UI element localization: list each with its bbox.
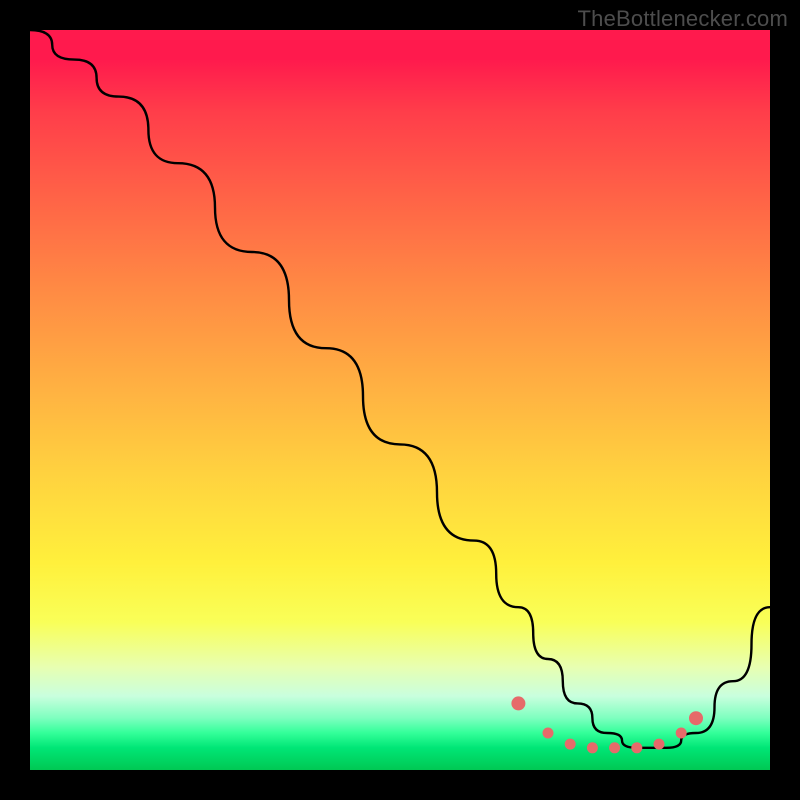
bottleneck-curve	[30, 30, 770, 748]
chart-area	[30, 30, 770, 770]
watermark-text: TheBottlenecker.com	[578, 6, 788, 32]
marker-dot	[631, 742, 642, 753]
marker-dot	[689, 711, 703, 725]
marker-dot	[587, 742, 598, 753]
marker-dot	[676, 728, 687, 739]
marker-dot	[565, 739, 576, 750]
chart-svg	[30, 30, 770, 770]
marker-dot	[511, 696, 525, 710]
marker-dot	[609, 742, 620, 753]
highlighted-points	[511, 696, 703, 753]
marker-dot	[543, 728, 554, 739]
marker-dot	[654, 739, 665, 750]
